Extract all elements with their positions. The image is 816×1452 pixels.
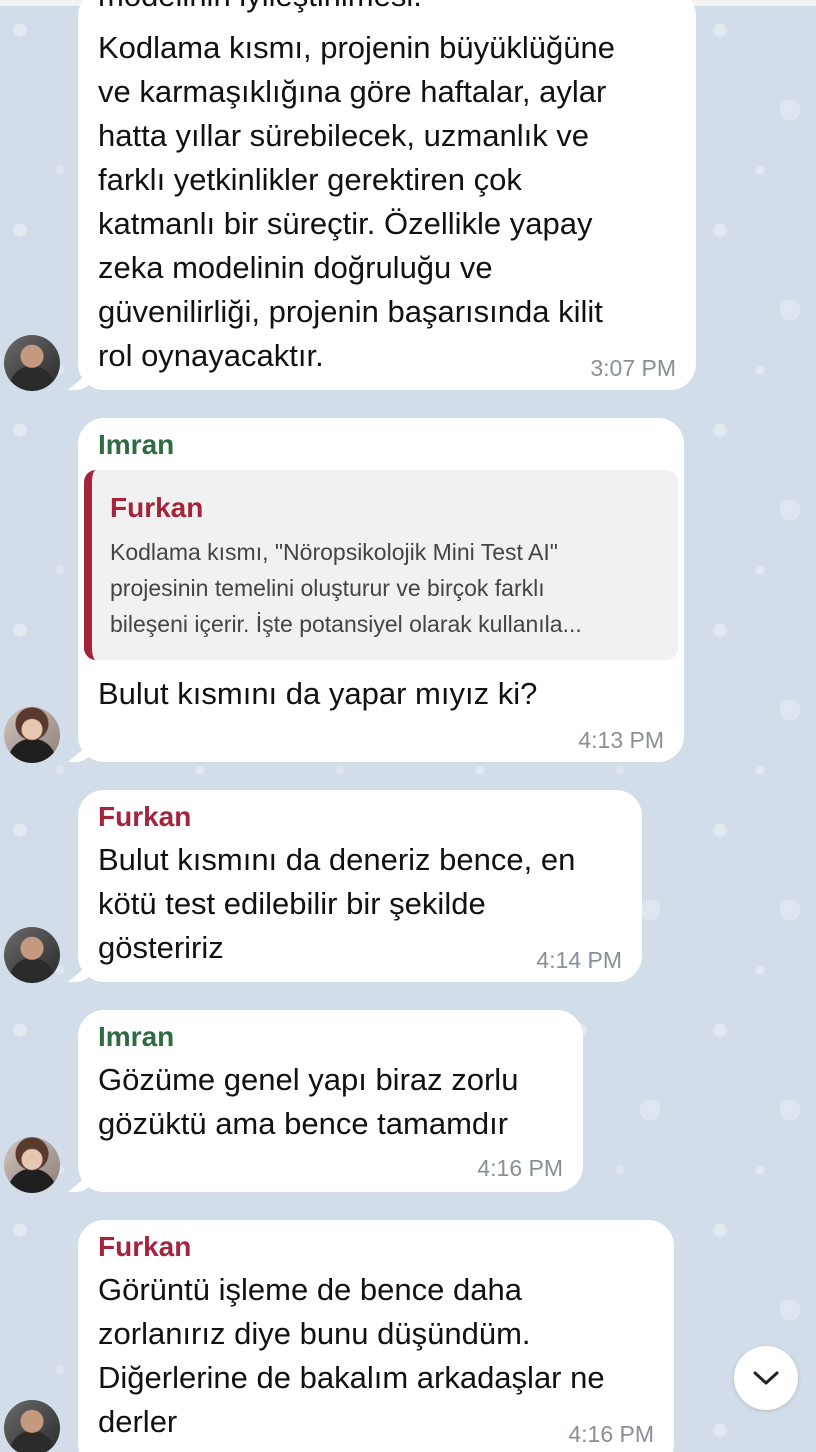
sender-name: Imran xyxy=(98,429,175,460)
message-text-cut: modelinin iyileştirilmesi. xyxy=(98,0,422,18)
message-time: 4:16 PM xyxy=(477,1155,563,1181)
message-time: 4:14 PM xyxy=(536,947,622,973)
message-time: 4:16 PM xyxy=(568,1421,654,1447)
avatar-furkan[interactable] xyxy=(4,1400,60,1452)
avatar-imran[interactable] xyxy=(4,1137,60,1193)
avatar-imran[interactable] xyxy=(4,707,60,763)
avatar-furkan[interactable] xyxy=(4,335,60,391)
reply-quote[interactable]: Furkan Kodlama kısmı, "Nöropsikolojik Mi… xyxy=(84,470,678,660)
message-bubble-5[interactable]: Furkan Görüntü işleme de bence daha zorl… xyxy=(78,1220,674,1452)
sender-name: Furkan xyxy=(98,801,192,832)
message-bubble-2[interactable]: Imran Furkan Kodlama kısmı, "Nöropsikolo… xyxy=(78,418,684,762)
message-text: Bulut kısmını da deneriz bence, en kötü … xyxy=(98,842,576,965)
message-bubble-4[interactable]: Imran Gözüme genel yapı biraz zorlu gözü… xyxy=(78,1010,583,1192)
message-bubble-3[interactable]: Furkan Bulut kısmını da deneriz bence, e… xyxy=(78,790,642,982)
chevron-down-icon xyxy=(753,1371,779,1385)
avatar-furkan[interactable] xyxy=(4,927,60,983)
message-time: 4:13 PM xyxy=(578,727,664,753)
message-text: Bulut kısmını da yapar mıyız ki? xyxy=(98,676,538,711)
message-text: Gözüme genel yapı biraz zorlu gözüktü am… xyxy=(98,1062,519,1141)
message-text: Kodlama kısmı, projenin büyüklüğüne ve k… xyxy=(98,30,615,373)
scroll-to-bottom-button[interactable] xyxy=(734,1346,798,1410)
reply-sender: Furkan xyxy=(110,492,204,523)
message-time: 3:07 PM xyxy=(590,355,676,381)
sender-name: Furkan xyxy=(98,1231,192,1262)
message-text: Görüntü işleme de bence daha zorlanırız … xyxy=(98,1272,605,1439)
message-bubble-1[interactable]: modelinin iyileştirilmesi. Kodlama kısmı… xyxy=(78,0,696,390)
reply-text: Kodlama kısmı, "Nöropsikolojik Mini Test… xyxy=(110,539,582,637)
sender-name: Imran xyxy=(98,1021,175,1052)
